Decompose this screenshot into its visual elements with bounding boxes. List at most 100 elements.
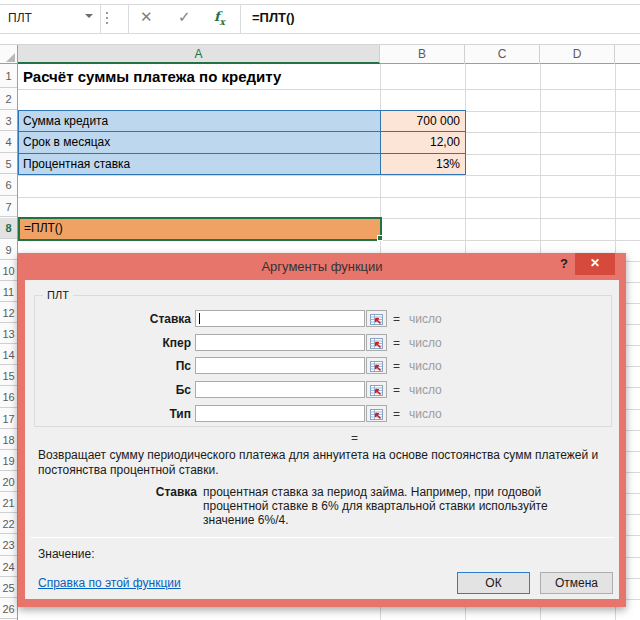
- cell-B4[interactable]: 12,00: [380, 131, 466, 154]
- row-header-13[interactable]: 13: [0, 324, 17, 344]
- divider: [240, 5, 241, 34]
- row-header-26[interactable]: 26: [0, 599, 17, 619]
- dialog-separator: [30, 537, 614, 538]
- gridline: [18, 197, 640, 198]
- field-equals: =: [393, 336, 400, 350]
- row-header-17[interactable]: 17: [0, 409, 17, 429]
- formula-bar-drag-handle[interactable]: [106, 12, 109, 27]
- row-header-22[interactable]: 22: [0, 514, 17, 534]
- field-input-Пс[interactable]: [195, 357, 365, 374]
- function-arguments-dialog: Аргументы функции ? ✕ ПЛТ Ставка=числоКп…: [18, 253, 626, 607]
- fill-handle[interactable]: [377, 235, 383, 241]
- row-header-15[interactable]: 15: [0, 366, 17, 386]
- gridline: [626, 303, 640, 304]
- row-header-5[interactable]: 5: [0, 154, 17, 175]
- name-box[interactable]: ПЛТ: [8, 11, 32, 25]
- cell-A4[interactable]: Срок в месяцах: [18, 131, 381, 154]
- result-equals: =: [351, 431, 358, 445]
- column-header-A[interactable]: A: [18, 45, 380, 64]
- cell-A5[interactable]: Процентная ставка: [18, 153, 381, 176]
- dialog-body: ПЛТ Ставка=числоКпер=числоПс=числоБс=чис…: [25, 280, 619, 599]
- row-header-3[interactable]: 3: [0, 111, 17, 132]
- gridline: [626, 387, 640, 388]
- field-input-Тип[interactable]: [195, 405, 365, 422]
- argument-description: процентная ставка за период займа. Напри…: [203, 485, 583, 527]
- row-header-8[interactable]: 8: [0, 218, 17, 239]
- column-header-D[interactable]: D: [540, 45, 615, 64]
- row-header-19[interactable]: 19: [0, 451, 17, 471]
- row-header-1[interactable]: 1: [0, 64, 17, 88]
- collapse-dialog-icon[interactable]: [366, 381, 387, 398]
- collapse-dialog-icon[interactable]: [366, 357, 387, 374]
- gridline: [540, 64, 541, 253]
- excel-window: ПЛТ ✕ ✓ fx =ПЛТ() ABCD 12345678910111213…: [0, 0, 640, 620]
- column-headers: ABCD: [0, 44, 640, 64]
- gridline: [465, 607, 466, 620]
- function-help-link[interactable]: Справка по этой функции: [38, 576, 181, 590]
- row-header-12[interactable]: 12: [0, 303, 17, 323]
- row-header-18[interactable]: 18: [0, 430, 17, 450]
- dialog-close-button[interactable]: ✕: [575, 253, 615, 275]
- row-header-2[interactable]: 2: [0, 89, 17, 110]
- divider: [100, 5, 101, 34]
- value-label: Значение:: [38, 547, 95, 561]
- gridline: [615, 607, 616, 620]
- gridline: [380, 607, 381, 620]
- column-header-C[interactable]: C: [465, 45, 540, 64]
- row-header-21[interactable]: 21: [0, 493, 17, 513]
- row-header-14[interactable]: 14: [0, 345, 17, 365]
- gridline: [626, 535, 640, 536]
- cell-A3[interactable]: Сумма кредита: [18, 110, 381, 133]
- insert-function-icon[interactable]: fx: [214, 9, 225, 27]
- cell-A1[interactable]: Расчёт суммы платежа по кредиту: [18, 64, 380, 89]
- top-divider: [0, 4, 640, 5]
- dialog-help-button[interactable]: ?: [551, 253, 577, 275]
- gridline: [626, 430, 640, 431]
- gridline: [626, 324, 640, 325]
- row-header-25[interactable]: 25: [0, 578, 17, 598]
- name-box-dropdown-icon[interactable]: [85, 14, 93, 18]
- row-headers: 1234567891011121314151617181920212223242…: [0, 64, 18, 620]
- gridline: [18, 175, 640, 176]
- gridline: [540, 607, 541, 620]
- gridline: [626, 578, 640, 579]
- dialog-title[interactable]: Аргументы функции: [18, 253, 626, 280]
- formula-bar-bottom-border: [0, 33, 640, 34]
- collapse-dialog-icon[interactable]: [366, 405, 387, 422]
- row-header-16[interactable]: 16: [0, 387, 17, 407]
- field-equals: =: [393, 312, 400, 326]
- field-label-Ставка: Ставка: [25, 312, 191, 326]
- row-header-4[interactable]: 4: [0, 132, 17, 153]
- cancel-entry-icon[interactable]: ✕: [140, 8, 153, 26]
- row-header-7[interactable]: 7: [0, 197, 17, 218]
- field-input-Ставка[interactable]: [195, 310, 365, 327]
- field-hint: число: [409, 407, 442, 421]
- argument-name: Ставка: [25, 485, 197, 499]
- row-header-6[interactable]: 6: [0, 175, 17, 196]
- row-header-23[interactable]: 23: [0, 535, 17, 555]
- cancel-button[interactable]: Отмена: [540, 572, 613, 594]
- cell-B5[interactable]: 13%: [380, 153, 466, 176]
- field-label-Кпер: Кпер: [25, 336, 191, 350]
- select-all-corner[interactable]: [0, 45, 18, 64]
- cell-A8[interactable]: =ПЛТ(): [18, 217, 382, 241]
- collapse-dialog-icon[interactable]: [366, 334, 387, 351]
- enter-entry-icon[interactable]: ✓: [178, 8, 191, 26]
- cell-B3[interactable]: 700 000: [380, 110, 466, 133]
- field-input-Кпер[interactable]: [195, 334, 365, 351]
- row-header-24[interactable]: 24: [0, 557, 17, 577]
- gridline: [626, 282, 640, 283]
- collapse-dialog-icon[interactable]: [366, 310, 387, 327]
- row-header-11[interactable]: 11: [0, 282, 17, 302]
- column-header-B[interactable]: B: [380, 45, 465, 64]
- row-header-10[interactable]: 10: [0, 261, 17, 281]
- field-input-Бс[interactable]: [195, 381, 365, 398]
- formula-bar-input[interactable]: =ПЛТ(): [252, 10, 295, 25]
- gridline: [626, 493, 640, 494]
- field-hint: число: [409, 383, 442, 397]
- field-equals: =: [393, 359, 400, 373]
- ok-button[interactable]: ОК: [457, 572, 530, 594]
- row-header-9[interactable]: 9: [0, 240, 17, 260]
- field-label-Бс: Бс: [25, 383, 191, 397]
- row-header-20[interactable]: 20: [0, 472, 17, 492]
